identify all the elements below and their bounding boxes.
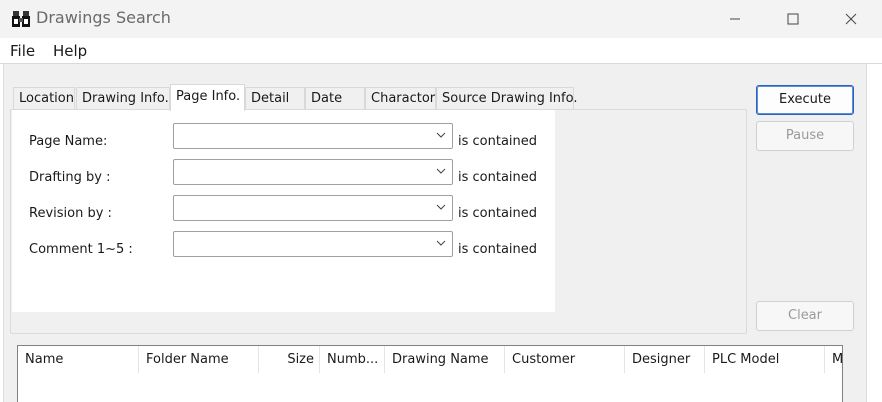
tab-page-info[interactable]: Page Info.: [170, 84, 245, 111]
tab-date[interactable]: Date: [305, 87, 365, 110]
pause-button[interactable]: Pause: [756, 121, 854, 151]
revision-by-label: Revision by :: [29, 206, 112, 221]
column-header-customer[interactable]: Customer: [505, 346, 625, 373]
window-title: Drawings Search: [36, 8, 171, 27]
clear-button[interactable]: Clear: [756, 301, 854, 331]
column-header-plc-model[interactable]: PLC Model: [705, 346, 825, 373]
menu-help[interactable]: Help: [53, 42, 87, 60]
tab-detail[interactable]: Detail: [245, 87, 305, 110]
comment-combobox[interactable]: [173, 231, 453, 257]
chevron-down-icon: [436, 240, 446, 246]
menu-bar: File Help: [0, 38, 882, 64]
drafting-by-label: Drafting by :: [29, 170, 111, 185]
tab-charactor[interactable]: Charactor: [365, 87, 436, 110]
tab-drawing-info[interactable]: Drawing Info.: [76, 87, 170, 110]
column-header-m[interactable]: M: [825, 346, 842, 373]
page-name-condition: is contained: [458, 134, 538, 149]
title-bar[interactable]: Drawings Search: [0, 0, 882, 38]
tab-source-drawing-info[interactable]: Source Drawing Info.: [436, 87, 577, 110]
drafting-by-combobox[interactable]: [173, 159, 453, 185]
minimize-button[interactable]: [706, 0, 764, 38]
comment-label: Comment 1~5 :: [29, 242, 133, 257]
revision-by-condition: is contained: [458, 206, 538, 221]
column-header-name[interactable]: Name: [18, 346, 139, 373]
column-header-number[interactable]: Numb...: [320, 346, 385, 373]
revision-by-combobox[interactable]: [173, 195, 453, 221]
binoculars-app-icon: [12, 11, 30, 27]
comment-condition: is contained: [458, 242, 538, 257]
tab-location[interactable]: Location: [13, 87, 75, 110]
column-header-designer[interactable]: Designer: [625, 346, 705, 373]
page-name-label: Page Name:: [29, 134, 108, 149]
close-button[interactable]: [822, 0, 880, 38]
maximize-icon: [787, 13, 799, 25]
drafting-by-condition: is contained: [458, 170, 538, 185]
execute-button[interactable]: Execute: [756, 85, 854, 115]
minimize-icon: [730, 18, 740, 20]
close-icon: [845, 13, 857, 25]
column-header-folder-name[interactable]: Folder Name: [139, 346, 259, 373]
results-list[interactable]: Name Folder Name Size Numb... Drawing Na…: [17, 345, 843, 402]
page-name-combobox[interactable]: [173, 123, 453, 149]
menu-file[interactable]: File: [10, 42, 35, 60]
window-frame-left: [0, 64, 4, 402]
window-frame-right: [866, 64, 882, 402]
column-header-size[interactable]: Size: [259, 346, 320, 373]
column-header-drawing-name[interactable]: Drawing Name: [385, 346, 505, 373]
chevron-down-icon: [436, 132, 446, 138]
chevron-down-icon: [436, 168, 446, 174]
maximize-button[interactable]: [764, 0, 822, 38]
chevron-down-icon: [436, 204, 446, 210]
